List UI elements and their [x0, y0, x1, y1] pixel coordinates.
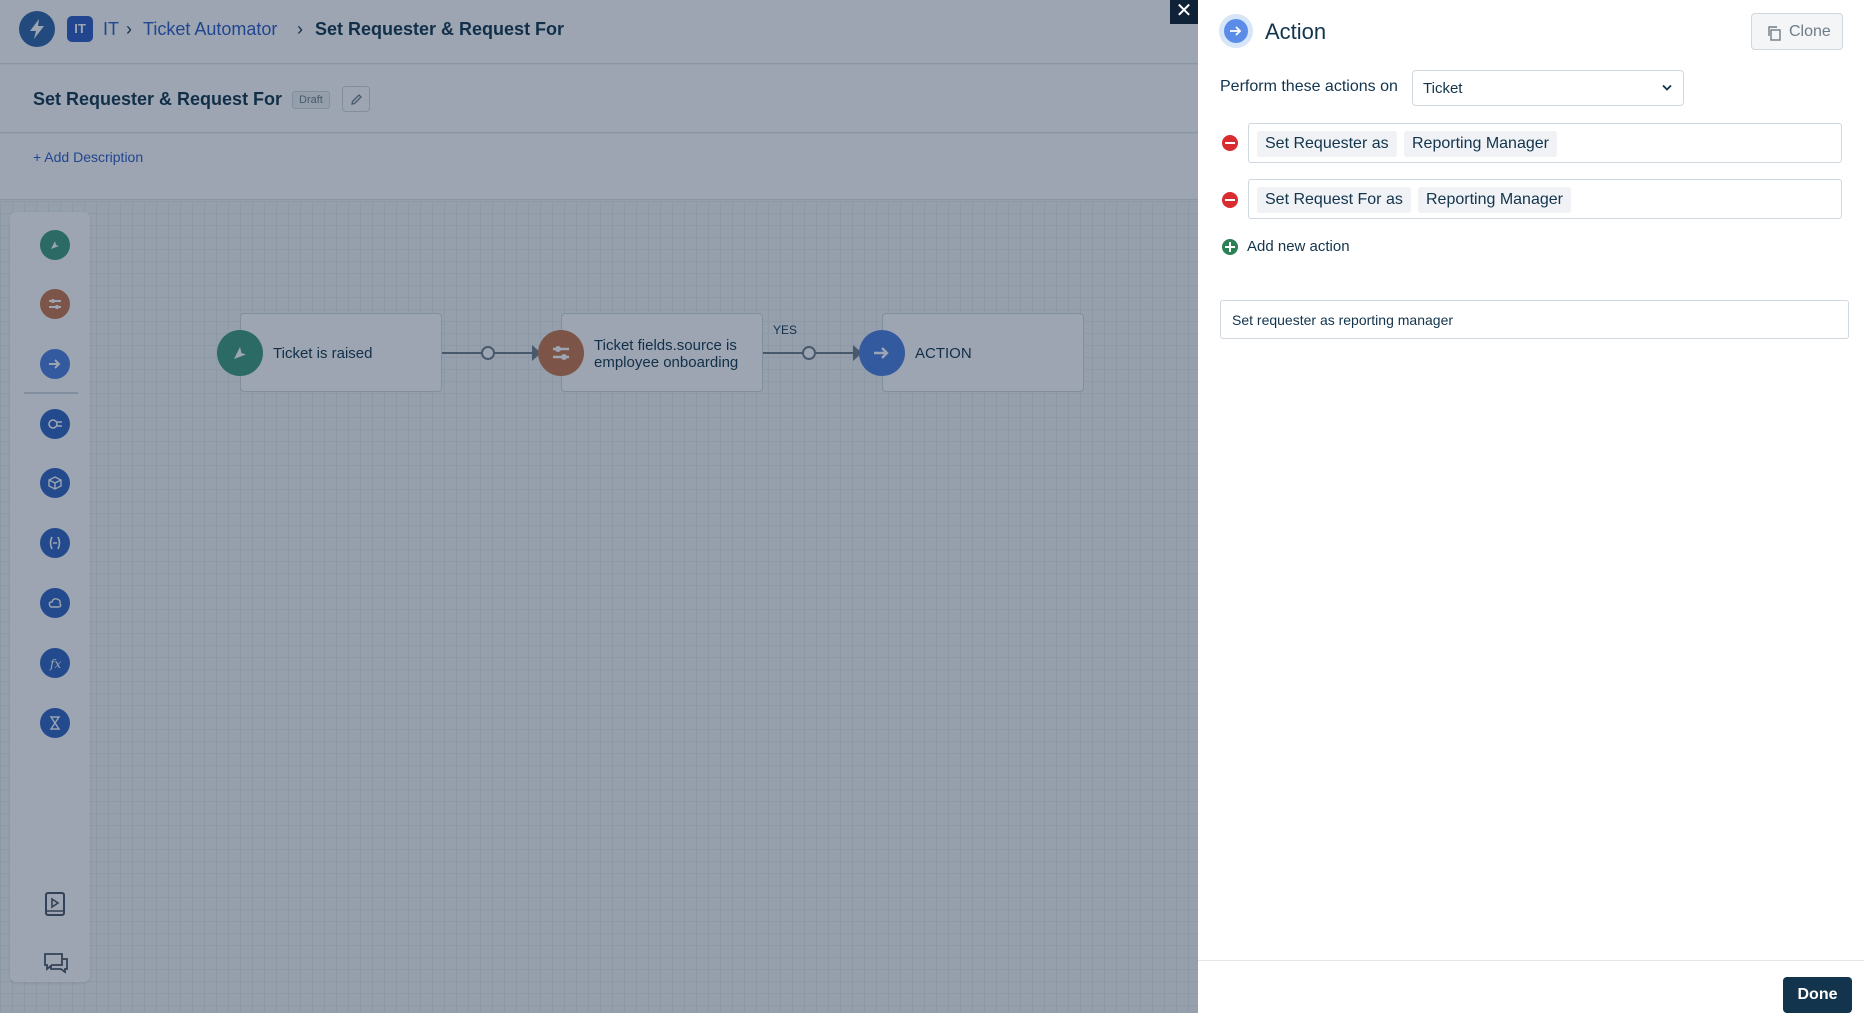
condition-node[interactable]: Ticket fields.source is employee onboard…: [561, 313, 763, 392]
action-panel-icon: [1219, 14, 1253, 48]
action-icon: [859, 330, 905, 376]
chevron-right-icon: ›: [126, 19, 132, 39]
feedback-icon[interactable]: [42, 950, 70, 978]
breadcrumb-current: Set Requester & Request For: [315, 19, 565, 39]
workflow-title-bar: Set Requester & Request For Draft: [0, 65, 1198, 133]
clone-button[interactable]: Clone: [1751, 13, 1843, 50]
clone-label: Clone: [1789, 23, 1831, 40]
status-badge: Draft: [292, 91, 330, 109]
action-value-chip[interactable]: Reporting Manager: [1404, 131, 1557, 157]
workspace-badge: IT: [67, 16, 93, 42]
chevron-down-icon: [1662, 84, 1672, 91]
panel-footer: [1198, 960, 1864, 1013]
action-row[interactable]: Set Requester as Reporting Manager: [1248, 123, 1842, 163]
action-icon[interactable]: [40, 349, 70, 379]
perform-target-value: Ticket: [1423, 80, 1463, 97]
add-new-action-link[interactable]: Add new action: [1247, 238, 1350, 255]
action-node-label: ACTION: [915, 345, 972, 362]
panel-title: Action: [1265, 19, 1327, 44]
branch-label-yes: YES: [773, 323, 798, 337]
action-field-chip[interactable]: Set Request For as: [1257, 187, 1411, 213]
node-palette: fx: [10, 212, 90, 982]
expression-icon[interactable]: [40, 528, 70, 558]
webhook-icon[interactable]: [40, 588, 70, 618]
condition-icon[interactable]: [40, 289, 70, 319]
top-bar: IT IT › Ticket Automator › Set Requester…: [0, 0, 1198, 64]
add-description-link[interactable]: + Add Description: [33, 149, 143, 165]
edit-title-button[interactable]: [342, 86, 370, 112]
trigger-node-label: Ticket is raised: [273, 345, 373, 362]
close-icon: ✕: [1175, 0, 1193, 22]
action-node[interactable]: ACTION: [882, 313, 1084, 392]
action-panel: Action Clone Perform these actions on Ti…: [1198, 0, 1864, 1013]
playbook-icon[interactable]: [42, 890, 70, 918]
action-field-chip[interactable]: Set Requester as: [1257, 131, 1397, 157]
action-description-input[interactable]: [1220, 300, 1849, 339]
event-icon[interactable]: [40, 230, 70, 260]
action-row[interactable]: Set Request For as Reporting Manager: [1248, 179, 1842, 219]
app-logo[interactable]: [19, 11, 55, 47]
trigger-node[interactable]: Ticket is raised: [240, 313, 442, 392]
add-action-icon[interactable]: [1222, 239, 1238, 255]
connector-dot[interactable]: [481, 346, 495, 360]
connector-dot[interactable]: [802, 346, 816, 360]
close-panel-button[interactable]: ✕: [1170, 0, 1198, 24]
timer-icon[interactable]: [40, 708, 70, 738]
workflow-title: Set Requester & Request For: [33, 89, 283, 109]
app-icon[interactable]: [40, 468, 70, 498]
remove-action-icon[interactable]: [1222, 192, 1238, 208]
svg-text:fx: fx: [49, 657, 61, 671]
perform-actions-label: Perform these actions on: [1220, 78, 1398, 95]
query-icon[interactable]: [40, 409, 70, 439]
pencil-icon: [351, 94, 362, 105]
palette-divider: [24, 392, 78, 394]
done-button[interactable]: Done: [1783, 977, 1852, 1013]
condition-icon: [538, 330, 584, 376]
action-icon: [1224, 19, 1248, 43]
description-bar: + Add Description: [0, 134, 1198, 200]
condition-node-label-line2: employee onboarding: [594, 354, 739, 371]
perform-target-select[interactable]: Ticket: [1412, 70, 1684, 106]
function-icon[interactable]: fx: [40, 648, 70, 678]
breadcrumb-workspace[interactable]: IT: [103, 18, 119, 40]
action-value-chip[interactable]: Reporting Manager: [1418, 187, 1571, 213]
workflow-builder: IT IT › Ticket Automator › Set Requester…: [0, 0, 1198, 1013]
remove-action-icon[interactable]: [1222, 135, 1238, 151]
condition-node-label-line1: Ticket fields.source is: [594, 337, 737, 354]
event-icon: [217, 330, 263, 376]
chevron-right-icon: ›: [297, 19, 303, 39]
breadcrumb-ticket-automator[interactable]: Ticket Automator: [143, 18, 277, 40]
lightning-icon: [30, 19, 44, 39]
copy-icon: [1768, 26, 1781, 41]
